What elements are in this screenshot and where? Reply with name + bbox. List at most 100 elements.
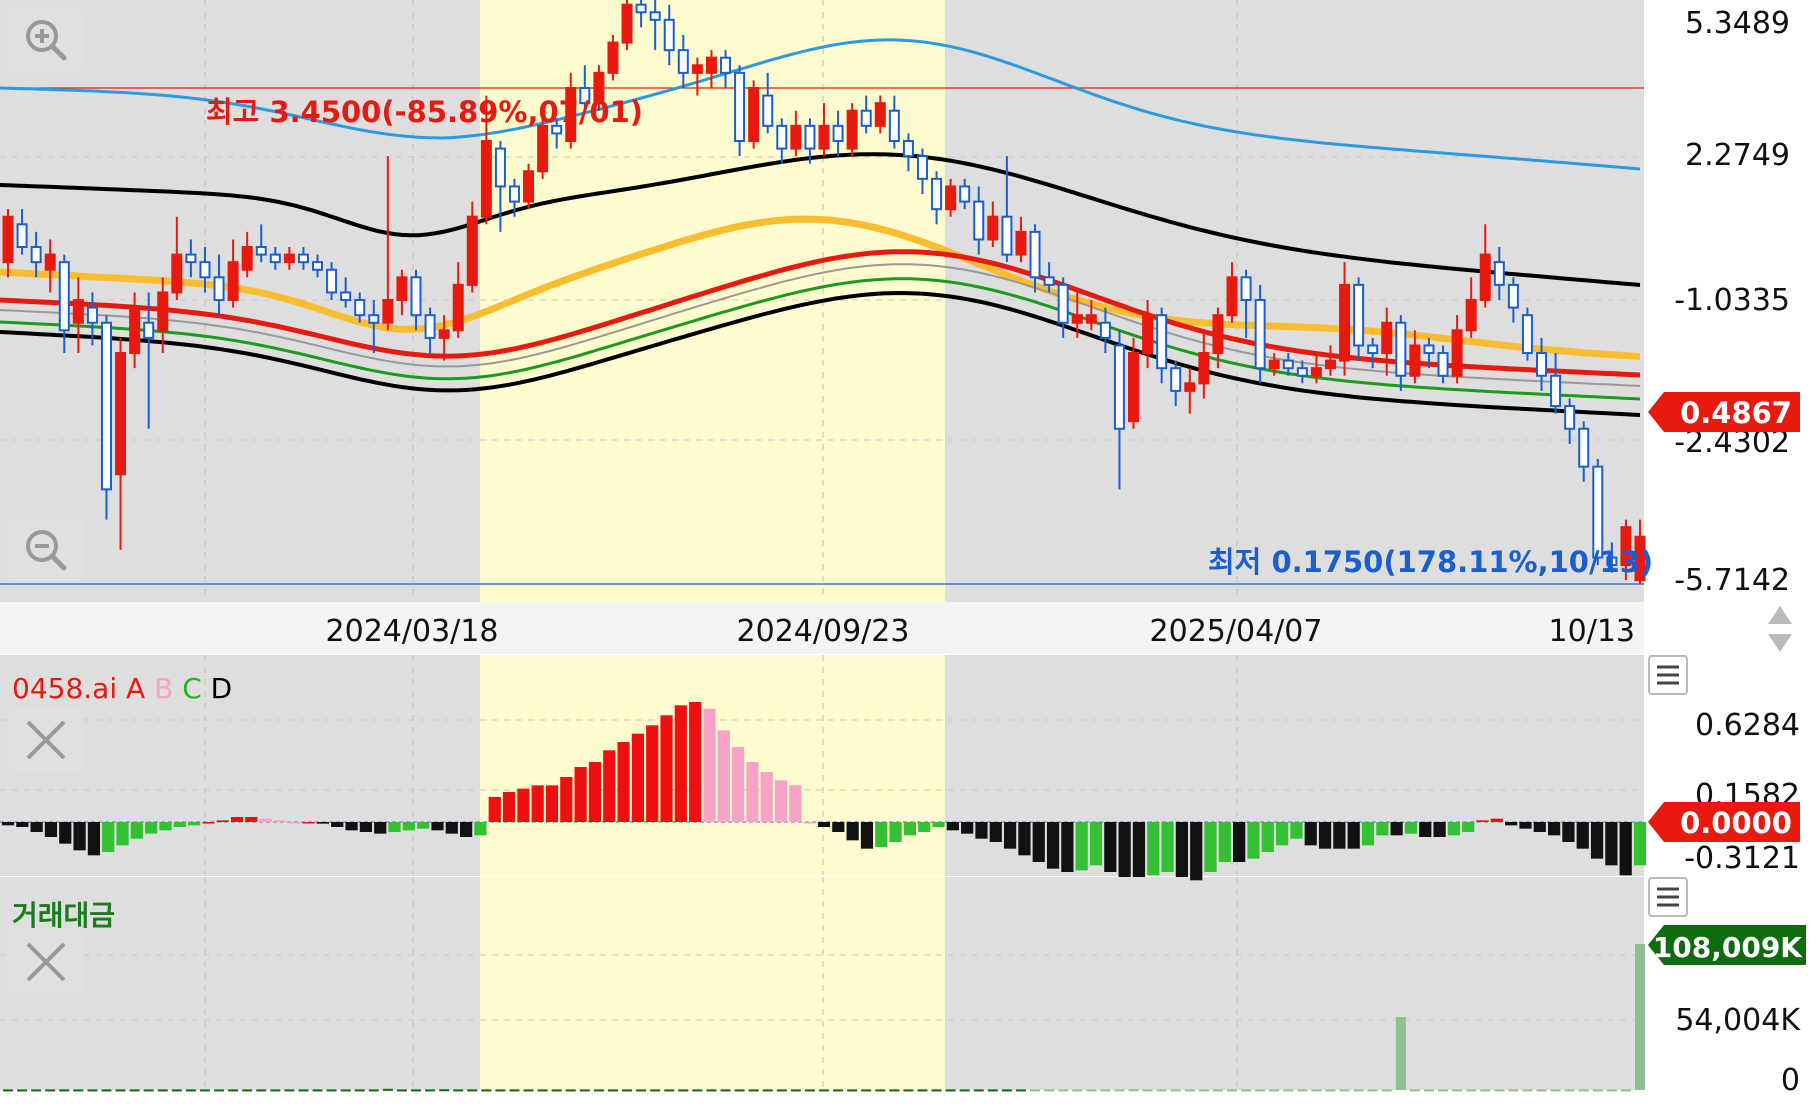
candle-down: [1353, 283, 1365, 347]
candle-down: [1296, 367, 1308, 377]
indicator-bar: [245, 817, 258, 822]
indicator-bar: [1333, 822, 1346, 849]
close-indicator-button[interactable]: [8, 708, 84, 772]
volume-bar: [1325, 1089, 1336, 1092]
candle-up: [1465, 299, 1477, 332]
indicator-bar: [102, 822, 115, 852]
volume-bar: [579, 1089, 590, 1092]
axis-scroll-arrows[interactable]: [1767, 604, 1793, 654]
close-volume-button[interactable]: [8, 930, 84, 994]
volume-bar: [1128, 1089, 1139, 1092]
candle-up: [1310, 367, 1322, 377]
volume-bar: [720, 1089, 731, 1092]
volume-bar: [1466, 1089, 1477, 1092]
volume-bar: [1395, 1017, 1406, 1090]
indicator-bar: [116, 822, 129, 846]
volume-bar: [495, 1089, 506, 1092]
indicator-legend: 0458.ai A B C D: [12, 672, 232, 705]
volume-bar: [1620, 1089, 1631, 1092]
volume-bar: [622, 1089, 633, 1092]
volume-bar: [368, 1089, 379, 1092]
indicator-bar: [961, 822, 974, 834]
volume-bar: [819, 1089, 829, 1092]
candle-down: [663, 18, 675, 52]
indicator-bar: [1590, 822, 1604, 859]
indicator-bar: [588, 762, 602, 822]
candle-down: [30, 246, 42, 264]
close-icon: [26, 720, 66, 760]
indicator-bar: [73, 822, 86, 851]
indicator-bar: [889, 822, 902, 842]
indicator-bar: [87, 822, 100, 856]
volume-bar: [411, 1089, 421, 1092]
volume-bar: [1311, 1089, 1322, 1092]
candle-down: [1156, 314, 1168, 370]
volume-bar: [1536, 1089, 1547, 1092]
candle-down: [424, 314, 436, 339]
zoom-out-button[interactable]: [8, 518, 84, 582]
volume-bar: [1339, 1089, 1350, 1092]
price-axis-label: 2.2749: [1685, 138, 1790, 173]
price-shade-3: [945, 0, 1644, 602]
zoom-in-button[interactable]: [8, 8, 84, 72]
volume-bar: [382, 1088, 393, 1091]
legend-d: D: [210, 672, 233, 705]
candle-up: [987, 215, 999, 241]
volume-bar: [1058, 1089, 1069, 1092]
volume-bar: [1241, 1089, 1252, 1092]
volume-bar: [987, 1089, 998, 1092]
indicator-bar: [603, 750, 616, 822]
volume-bar: [607, 1089, 618, 1092]
candle-down: [1282, 359, 1294, 370]
indicator-bar: [1462, 822, 1475, 832]
indicator-bar: [1419, 822, 1432, 837]
candle-up: [1479, 253, 1491, 302]
volume-bar: [270, 1089, 281, 1092]
candle-down: [312, 261, 324, 271]
indicator-menu-button[interactable]: [1648, 655, 1688, 695]
indicator-bar: [1633, 822, 1647, 866]
indicator-title: 0458.ai: [12, 672, 118, 705]
candle-up: [1409, 344, 1421, 377]
x-axis-label: 10/13: [1549, 614, 1635, 649]
volume-bar: [1592, 1089, 1603, 1092]
candle-up: [438, 329, 450, 339]
volume-bar: [1494, 1089, 1505, 1092]
candle-up: [1268, 359, 1280, 370]
indicator-bar: [1447, 822, 1460, 836]
volume-bar: [931, 1089, 942, 1092]
volume-menu-button[interactable]: [1648, 877, 1688, 917]
volume-bar: [593, 1089, 604, 1092]
volume-bar: [1142, 1089, 1153, 1092]
candle-down: [297, 253, 309, 264]
volume-bar: [973, 1089, 984, 1092]
volume-current-value: 108,009K: [1653, 931, 1804, 964]
volume-bar: [1030, 1089, 1041, 1092]
stock-chart[interactable]: 최고 3.4500(-85.89%,07/01) 최저 0.1750(178.11…: [0, 0, 1811, 1100]
candle-down: [1592, 465, 1604, 559]
indicator-bar: [1347, 822, 1360, 849]
volume-bar: [636, 1089, 647, 1092]
volume-bar: [1283, 1089, 1294, 1092]
volume-bar: [439, 1089, 450, 1092]
low-annotation: 최저 0.1750(178.11%,10/13): [1208, 545, 1653, 579]
indicator-bar: [230, 817, 244, 822]
candle-down: [1437, 352, 1449, 377]
indicator-bar: [1276, 822, 1289, 846]
legend-c: C: [182, 672, 202, 705]
indicator-bar: [1118, 822, 1131, 877]
indicator-bar: [30, 822, 43, 832]
indicator-bar: [331, 822, 344, 827]
candle-down: [1170, 367, 1182, 392]
candle-down: [213, 276, 225, 302]
candle-down: [776, 124, 788, 150]
candle-down: [649, 11, 661, 21]
indicator-bar: [1490, 818, 1503, 822]
up-down-arrows-icon: [1768, 606, 1792, 652]
candle-down: [1001, 215, 1013, 256]
chart-canvas[interactable]: 최고 3.4500(-85.89%,07/01) 최저 0.1750(178.11…: [0, 0, 1811, 1100]
volume-bar: [565, 1089, 576, 1092]
candle-up: [1381, 321, 1393, 355]
x-axis-label: 2025/04/07: [1150, 614, 1323, 649]
indicator-bar: [1576, 822, 1589, 849]
